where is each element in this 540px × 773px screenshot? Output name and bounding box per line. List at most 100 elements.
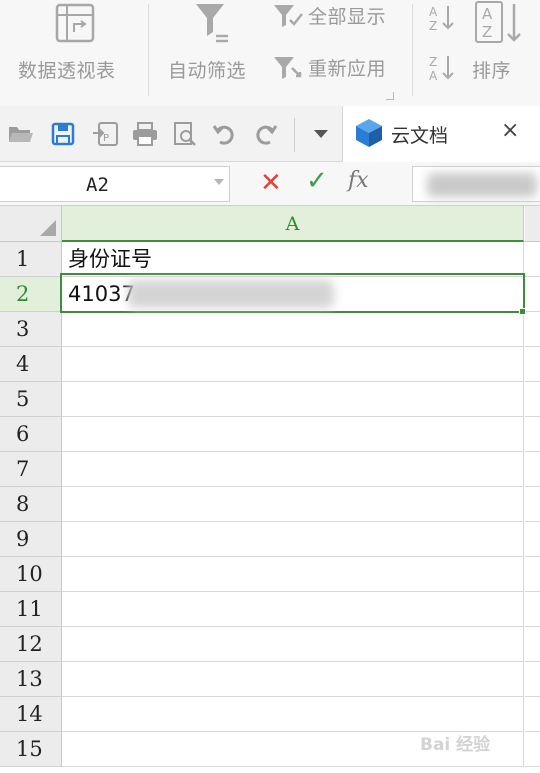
table-row: 12 [0,627,540,662]
ribbon: 数据透视表 自动筛选 全部显示 重新应用 A Z Z A A Z 排序 [0,0,540,106]
reapply-label: 重新应用 [308,58,387,80]
cell-b11[interactable] [525,592,540,627]
open-folder-icon [9,127,33,142]
table-row: 6 [0,417,540,452]
select-all-icon [40,220,56,236]
table-row: 10 [0,557,540,592]
filter-check-icon [274,5,303,27]
table-row: 4 [0,347,540,382]
cell-a7[interactable] [62,452,524,487]
row-header[interactable]: 14 [0,697,62,732]
cancel-edit-icon[interactable]: ✕ [260,168,282,198]
ribbon-divider [148,4,149,96]
cell-b9[interactable] [525,522,540,557]
filter-reapply-icon [274,57,302,79]
cell-b6[interactable] [525,417,540,452]
insert-function-icon[interactable]: fx [348,168,369,193]
pivot-table-button[interactable]: 数据透视表 [0,0,148,106]
autofilter-button[interactable]: 自动筛选 [150,0,260,106]
cell-a5[interactable] [62,382,524,417]
svg-text:Z: Z [429,19,437,32]
redo-button[interactable] [250,120,280,148]
name-box-dropdown-icon[interactable] [214,179,224,185]
redacted-id-number [128,280,334,308]
table-row: 7 [0,452,540,487]
row-header[interactable]: 7 [0,452,62,487]
cell-b7[interactable] [525,452,540,487]
formula-input[interactable] [412,166,540,202]
cell-b4[interactable] [525,347,540,382]
column-header-b[interactable] [525,206,540,242]
row-header[interactable]: 6 [0,417,62,452]
customize-dropdown-button[interactable] [306,120,336,148]
toolbar-divider [294,118,295,152]
cell-b13[interactable] [525,662,540,697]
redo-icon [256,125,278,145]
row-header[interactable]: 8 [0,487,62,522]
cell-b12[interactable] [525,627,540,662]
row-header[interactable]: 9 [0,522,62,557]
close-icon[interactable]: × [501,118,519,143]
row-header[interactable]: 11 [0,592,62,627]
cell-b1[interactable] [525,242,540,277]
cell-a8[interactable] [62,487,524,522]
export-button[interactable]: P [90,120,120,148]
watermark: Bai 经验 [412,716,534,766]
cloud-docs-tab[interactable]: 云文档 × [342,106,540,162]
dialog-launcher-icon[interactable] [386,92,394,100]
cell-a10[interactable] [62,557,524,592]
row-header[interactable]: 12 [0,627,62,662]
row-header[interactable]: 3 [0,312,62,347]
pivot-table-label: 数据透视表 [18,60,116,82]
table-row: 5 [0,382,540,417]
print-preview-button[interactable] [170,120,200,148]
table-row: 11 [0,592,540,627]
sort-button[interactable]: A Z 排序 [466,0,540,106]
sort-ascending-icon[interactable]: A Z [426,2,456,32]
undo-button[interactable] [210,120,240,148]
reapply-button[interactable]: 重新应用 [268,50,402,90]
svg-text:A: A [429,5,438,19]
autofilter-label: 自动筛选 [168,60,247,82]
row-header[interactable]: 10 [0,557,62,592]
cell-b10[interactable] [525,557,540,592]
cell-a12[interactable] [62,627,524,662]
name-box[interactable]: A2 [0,166,230,202]
row-header[interactable]: 5 [0,382,62,417]
cell-a9[interactable] [62,522,524,557]
row-header[interactable]: 15 [0,732,62,767]
confirm-edit-icon[interactable]: ✓ [306,166,328,196]
table-row: 1 身份证号 [0,242,540,277]
row-header[interactable]: 13 [0,662,62,697]
cell-b8[interactable] [525,487,540,522]
cell-a6[interactable] [62,417,524,452]
filter-icon [196,4,228,43]
column-header-a[interactable]: A [62,206,524,242]
row-header[interactable]: 4 [0,347,62,382]
show-all-button[interactable]: 全部显示 [268,0,402,40]
print-button[interactable] [130,120,160,148]
cell-a1[interactable]: 身份证号 [62,242,524,277]
print-preview-icon [174,122,196,146]
row-header[interactable]: 1 [0,242,62,277]
cell-a11[interactable] [62,592,524,627]
row-header[interactable]: 2 [0,277,62,312]
save-button[interactable] [48,120,78,148]
cell-a3[interactable] [62,312,524,347]
cell-b3[interactable] [525,312,540,347]
export-icon: P [93,122,118,146]
cell-a13[interactable] [62,662,524,697]
open-folder-button[interactable] [6,120,36,148]
cell-b5[interactable] [525,382,540,417]
table-row: 8 [0,487,540,522]
show-all-label: 全部显示 [308,6,387,28]
print-icon [133,122,157,146]
cell-a4[interactable] [62,347,524,382]
cell-b2[interactable] [525,277,540,312]
sort-label: 排序 [472,60,512,82]
table-row: 3 [0,312,540,347]
fill-handle[interactable] [519,308,526,315]
pivot-table-icon [55,3,95,43]
sort-descending-icon[interactable]: Z A [426,52,456,82]
select-all-corner[interactable] [0,206,62,242]
